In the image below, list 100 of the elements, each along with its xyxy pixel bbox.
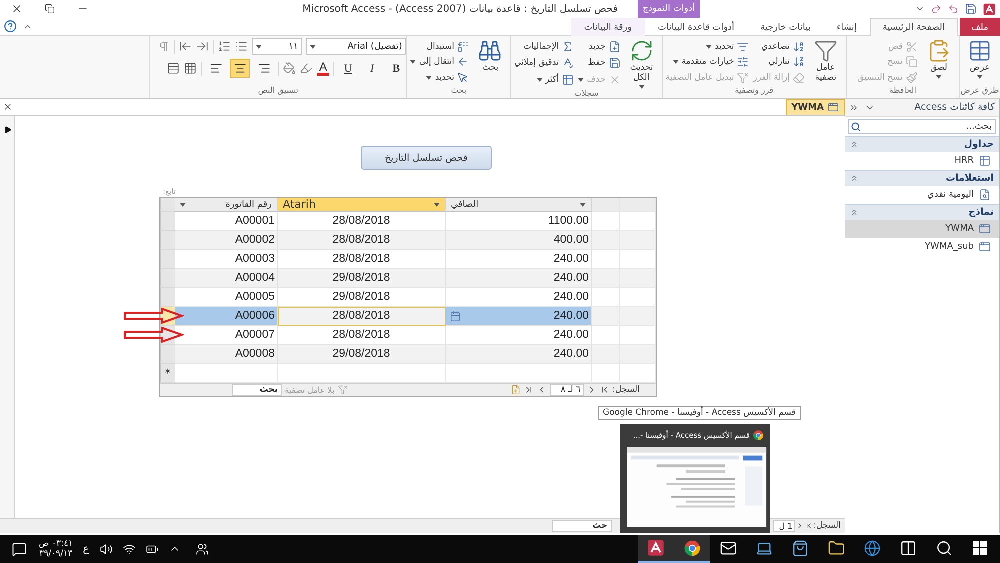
nav-item[interactable]: اليومية نقدي [845,186,999,204]
nav-item[interactable]: YWMA_sub [845,238,999,256]
ribbon-button[interactable]: تحديد [666,39,750,54]
new-record-icon [608,40,621,52]
search-field[interactable]: حث [552,520,612,532]
people-icon [196,542,210,556]
format-button[interactable]: B [386,59,406,78]
language-indicator[interactable]: ع [77,535,96,563]
help-button[interactable] [4,20,17,33]
ribbon-button[interactable]: انتقال إلى [410,54,470,70]
arrow-annotation [124,327,184,343]
ribbon-button[interactable]: تحديث الكل [624,39,659,89]
save-icon [965,3,977,15]
dropdown-caret-icon [706,44,712,48]
record-position-field[interactable]: ٦ لـ ٨ [550,384,584,396]
redo-icon [931,4,942,14]
windows-logo-icon [973,541,987,555]
ribbon-button[interactable]: لصق [922,39,956,86]
form-icon [979,241,991,253]
align-button[interactable] [230,59,250,78]
dropdown-caret-icon [580,202,586,206]
search-field[interactable]: بحث [232,384,282,396]
funnel-icon [737,72,750,84]
ribbon-button[interactable]: بحث [473,39,508,86]
delete-icon [608,74,621,86]
ribbon-button[interactable]: الإجماليات [514,39,574,54]
ribbon-button[interactable]: تنازلي [753,54,805,70]
save-button[interactable] [965,3,977,15]
dropdown-caret-icon [936,74,942,79]
ribbon-tab[interactable]: إنشاء [824,18,870,36]
pointer-icon [457,72,470,84]
column-header[interactable]: Atarih [278,198,446,212]
ribbon-button[interactable]: عرض [963,39,997,86]
record-position-field[interactable]: 1 ل [772,520,795,532]
ribbon-button[interactable]: جديد [578,39,621,54]
group-title: بحث [450,86,468,97]
record-label: السجل: [612,385,640,395]
ribbon-tab[interactable]: بيانات خارجية [748,18,824,36]
ribbon-tab[interactable]: ملف [960,18,1000,36]
font-name-field[interactable]: Arial (تفصيل) [306,38,406,55]
select-all-cell[interactable] [160,198,175,212]
taskbar-button[interactable] [638,535,674,563]
wifi-icon [123,542,136,556]
taskbar-button[interactable] [674,535,710,563]
browser-icon [684,540,700,556]
dropdown-caret-icon [180,202,186,206]
form-icon [979,223,991,235]
nav-item[interactable]: YWMA [845,220,999,238]
arrow-annotation [124,308,184,324]
group-title: طرق عرض [960,86,1000,97]
document-tab[interactable]: YWMA [786,99,845,115]
new-record-icon [510,385,521,395]
ribbon-tab[interactable]: أدوات قاعدة البيانات [645,18,748,36]
section-header[interactable]: جداول [845,136,999,152]
ribbon-button[interactable]: عامل تصفية [809,39,843,86]
copy-icon [906,56,918,68]
clock[interactable]: ٠٣:٤١ ص ٣٩/٠٩/١٣ [35,535,78,563]
undo-button[interactable] [948,4,959,14]
table-icon [979,155,991,167]
nav-item[interactable]: HRR [845,152,999,170]
paragraph-icon [158,40,170,52]
first-record-icon [600,385,610,395]
align-left-icon [210,62,223,75]
new-row-marker: * [160,364,175,383]
ribbon-button[interactable]: تدقيق إملائي [514,56,574,71]
ribbon-button[interactable]: أكثر [514,72,574,88]
form-button[interactable]: فحص تسلسل التاريخ [361,146,492,170]
table-cell: A00006 [175,307,278,326]
mail-icon [720,540,736,556]
folder-icon [828,540,844,556]
font-color-button[interactable]: A [317,61,330,76]
ribbon-button[interactable]: تصاعدي [753,39,805,54]
dropdown-caret-icon [256,44,262,48]
paint-bucket-icon [283,62,296,75]
record-label: السجل: [814,521,841,531]
redo-button[interactable] [931,4,942,14]
speaker-icon [100,542,114,556]
ribbon-button[interactable]: تحديد [410,70,470,85]
ribbon-button[interactable]: استبدال [410,39,470,54]
section-header[interactable]: نماذج [845,204,999,220]
section-header[interactable]: استعلامات [845,170,999,186]
ribbon-tab[interactable]: الصفحة الرئيسية [870,18,958,36]
font-size-field[interactable]: ١١ [252,38,302,55]
undo-icon [948,4,959,14]
format-button[interactable]: I [362,59,382,78]
table-icon [562,74,574,86]
search-field[interactable]: بحث... [848,119,996,134]
replace-icon [457,40,470,52]
ribbon-button[interactable]: حفظ [578,56,621,71]
filter-icon [737,40,750,52]
ribbon-tab[interactable]: ورقة البيانات [571,18,646,36]
format-button[interactable]: U [338,59,358,78]
collapse-pane-button[interactable] [849,102,859,112]
ribbon-button[interactable]: خيارات متقدمة [666,54,750,70]
dropdown-caret-icon [638,84,645,89]
column-header[interactable]: الصافي [446,198,592,212]
group-title: فرز وتصفية [734,86,775,97]
column-header[interactable]: رقم الفاتورة [175,198,278,212]
sort-descending-icon [793,56,805,68]
app-button[interactable] [983,2,996,16]
